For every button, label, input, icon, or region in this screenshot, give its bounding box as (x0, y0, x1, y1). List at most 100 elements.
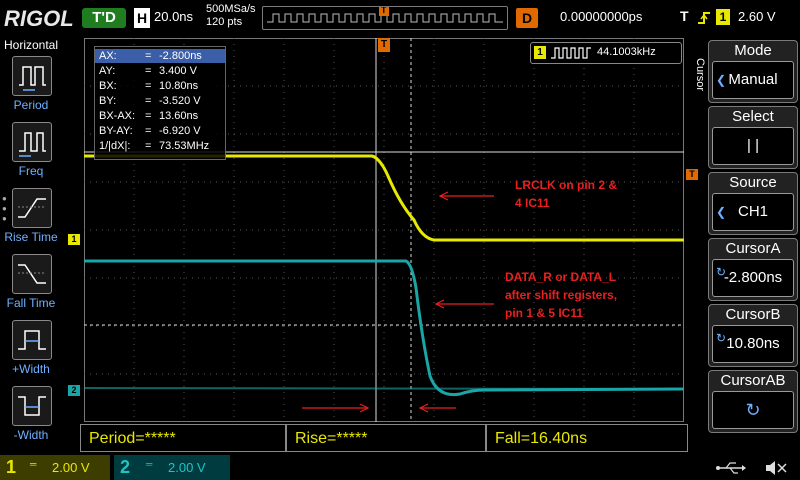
readout-key: BX-AX: (99, 110, 136, 122)
readout-value: 10.80ns (159, 80, 199, 92)
ch2-number: 2 (120, 457, 131, 477)
period-label: Period (13, 98, 49, 112)
cursorb-softkey[interactable]: CursorB ↻ 10.80ns (708, 304, 798, 367)
pos-width-button[interactable] (12, 320, 52, 360)
horizontal-measure-panel: Horizontal Period Freq ● ● ● Rise Time Fal… (0, 36, 62, 446)
horizontal-panel-title: Horizontal (3, 38, 59, 52)
cursorab-value-box[interactable]: ↻ (712, 391, 794, 429)
knob-rotate-icon: ↻ (716, 331, 727, 345)
readout-eq: = (145, 95, 152, 107)
readout-value: 3.400 V (159, 65, 197, 77)
neg-width-icon (18, 396, 46, 416)
run-state-button[interactable]: T'D (82, 8, 126, 28)
rise-time-icon (18, 198, 46, 218)
freq-label: Freq (18, 164, 44, 178)
timebase-value[interactable]: 20.0ns (154, 9, 202, 24)
mode-value: Manual (728, 71, 778, 88)
measure-rise[interactable]: Rise=***** (286, 424, 486, 452)
fall-time-button[interactable] (12, 254, 52, 294)
annotation-line: DATA_R or DATA_L (505, 270, 617, 284)
cursor-readout: AX: = -2.800ns AY: = 3.400 V BX: = 10.80… (94, 46, 226, 160)
readout-key: AX: (99, 50, 117, 62)
ch2-ground-marker[interactable]: 2 (68, 385, 80, 396)
annotation-line: after shift registers, (505, 288, 618, 302)
usb-icon (716, 462, 746, 474)
dc-coupling-icon: ═ (146, 459, 153, 469)
speaker-mute-icon (766, 461, 787, 475)
trigger-level[interactable]: 2.60 V (738, 9, 776, 24)
status-icons (716, 461, 787, 475)
pos-width-label: +Width (12, 362, 50, 376)
memory-overview[interactable]: T (262, 6, 508, 30)
top-status-bar: RIGOL T'D H 20.0ns 500MSa/s 120 pts T D … (0, 0, 800, 36)
memory-depth: 120 pts (206, 16, 243, 28)
trigger-position-marker[interactable]: T (378, 38, 390, 52)
readout-value: -6.920 V (159, 125, 201, 137)
rise-time-button[interactable] (12, 188, 52, 228)
cursora-softkey[interactable]: CursorA ↻ -2.800ns (708, 238, 798, 301)
cursorab-softkey[interactable]: CursorAB ↻ (708, 370, 798, 433)
readout-value: 73.53MHz (159, 140, 210, 152)
sample-rate: 500MSa/s (206, 3, 256, 15)
square-wave-icon (551, 47, 591, 59)
readout-eq: = (145, 140, 152, 152)
rise-time-label: Rise Time (4, 230, 58, 244)
measurement-bar: Period=***** Rise=***** Fall=16.40ns (80, 424, 688, 454)
freq-button[interactable] (12, 122, 52, 162)
select-softkey[interactable]: Select | | (708, 106, 798, 169)
ch2-scale: 2.00 V (168, 460, 206, 475)
knob-rotate-icon: ↻ (745, 400, 761, 420)
readout-key: BY-AY: (99, 125, 133, 137)
cursora-value-box[interactable]: ↻ -2.800ns (712, 259, 794, 297)
ch1-scale-bar[interactable]: 1 ═ 2.00 V (0, 455, 110, 480)
readout-eq: = (145, 50, 152, 62)
scroll-dots: ● ● ● (2, 194, 7, 223)
source-value: CH1 (737, 203, 768, 220)
source-softkey[interactable]: Source ❮ CH1 (708, 172, 798, 235)
freq-value: 44.1003kHz (597, 46, 656, 58)
readout-eq: = (145, 110, 152, 122)
measure-fall[interactable]: Fall=16.40ns (486, 424, 688, 452)
horizontal-label: H (134, 8, 150, 28)
neg-width-button[interactable] (12, 386, 52, 426)
delay-label: D (516, 8, 538, 28)
cursorab-title: CursorAB (720, 372, 786, 389)
fall-time-label: Fall Time (6, 296, 56, 310)
period-button[interactable] (12, 56, 52, 96)
readout-value: 13.60ns (159, 110, 199, 122)
mode-value-box[interactable]: ❮ Manual (712, 61, 794, 99)
cursorb-value-box[interactable]: ↻ 10.80ns (712, 325, 794, 363)
readout-eq: = (145, 125, 152, 137)
dc-coupling-icon: ═ (30, 459, 37, 469)
mode-softkey[interactable]: Mode ❮ Manual (708, 40, 798, 103)
knob-rotate-icon: ↻ (716, 265, 727, 279)
readout-eq: = (145, 65, 152, 77)
annotation-line: LRCLK on pin 2 & (515, 178, 617, 192)
source-title: Source (729, 174, 777, 191)
annotation-data: DATA_R or DATA_L after shift registers, … (505, 268, 617, 322)
source-value-box[interactable]: ❮ CH1 (712, 193, 794, 231)
annotation-line: 4 IC11 (515, 196, 550, 210)
cursorb-value: 10.80ns (726, 335, 780, 352)
measure-period[interactable]: Period=***** (80, 424, 286, 452)
delay-value[interactable]: 0.00000000ps (560, 9, 642, 24)
neg-width-label: -Width (13, 428, 49, 442)
mode-title: Mode (734, 42, 772, 59)
ch1-ground-marker[interactable]: 1 (68, 234, 80, 245)
freq-channel-badge: 1 (534, 46, 546, 59)
cursor-menu-panel: Cursor Mode ❮ Manual Select | | Source ❮… (686, 38, 800, 448)
acquisition-info: 500MSa/s 120 pts (206, 3, 256, 29)
select-value: | | (712, 127, 794, 165)
freq-icon (19, 132, 46, 157)
trigger-source-badge: 1 (716, 9, 730, 25)
frequency-counter[interactable]: 1 44.1003kHz (530, 42, 682, 64)
ch1-scale: 2.00 V (52, 460, 90, 475)
ch1-number: 1 (6, 457, 17, 477)
readout-key: BX: (99, 80, 117, 92)
cursora-value: -2.800ns (723, 269, 783, 286)
ch2-scale-bar[interactable]: 2 ═ 2.00 V (114, 455, 230, 480)
fall-time-icon (18, 264, 46, 284)
annotation-line: pin 1 & 5 IC11 (505, 306, 584, 320)
select-title: Select (732, 108, 774, 125)
menu-side-title: Cursor (694, 58, 706, 92)
